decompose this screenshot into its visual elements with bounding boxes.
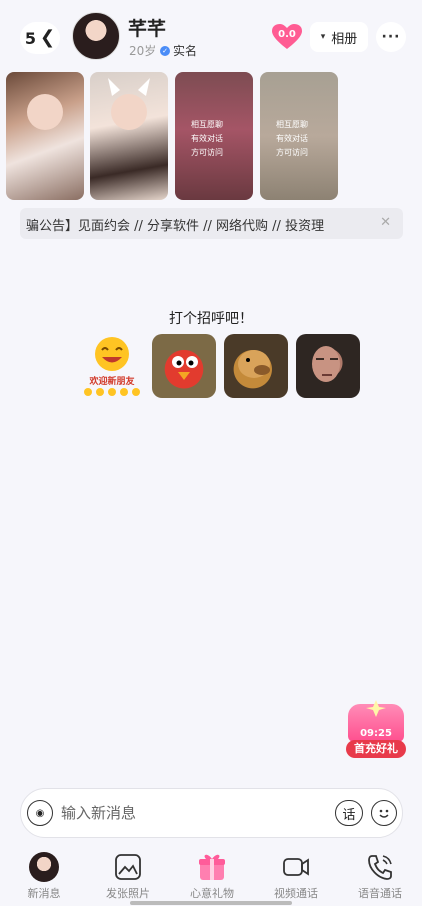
more-options-button[interactable]: ··· <box>376 22 406 52</box>
contact-age: 20岁 <box>129 44 157 58</box>
promo-countdown: 09:25 <box>360 728 392 739</box>
locked-photo[interactable]: 相互愿聊 有效对话 方可访问 <box>175 72 253 200</box>
notice-text: 骗公告】见面约会 // 分享软件 // 网络代购 // 投资理 <box>26 219 325 234</box>
back-button[interactable]: 5 ❮ <box>20 22 60 54</box>
message-composer: ◉ 话 <box>20 788 403 838</box>
album-button[interactable]: ▾ 相册 <box>310 22 368 52</box>
nav-video-call[interactable]: 视频通话 <box>254 848 338 900</box>
verified-check-icon: ✓ <box>160 45 170 56</box>
anti-fraud-notice: 骗公告】见面约会 // 分享软件 // 网络代购 // 投资理 ✕ <box>20 208 403 239</box>
avatar-icon <box>29 852 59 882</box>
quick-phrase-button[interactable]: 话 <box>335 800 363 826</box>
voice-input-button[interactable]: ◉ <box>27 800 53 826</box>
dog-sticker[interactable] <box>224 334 288 398</box>
laughing-emoji-icon <box>95 337 129 371</box>
promo-label: 首充好礼 <box>346 740 406 758</box>
close-icon[interactable]: ✕ <box>374 215 391 230</box>
profile-photos: 相互愿聊 有效对话 方可访问 相互愿聊 有效对话 方可访问 <box>6 72 422 202</box>
nav-send-photo[interactable]: 发张照片 <box>86 848 170 900</box>
locked-photo[interactable]: 相互愿聊 有效对话 方可访问 <box>260 72 338 200</box>
gift-icon <box>199 854 225 880</box>
quick-phrase-icon: 话 <box>342 807 356 823</box>
angry-bird-icon <box>172 356 198 380</box>
nav-label: 视频通话 <box>274 887 318 900</box>
welcome-sticker[interactable]: 欢迎新朋友 <box>80 334 144 398</box>
chevron-left-icon: ❮ <box>40 27 56 48</box>
locked-photo-text: 相互愿聊 有效对话 方可访问 <box>276 120 308 157</box>
verified-label: 实名 <box>173 44 198 58</box>
bunny-ears-icon <box>108 78 150 96</box>
profile-photo[interactable] <box>90 72 168 200</box>
contact-name: 芊芊 <box>128 18 167 40</box>
hands-icon <box>84 388 140 396</box>
phone-icon <box>368 855 392 880</box>
verified-badge: ✓ 实名 <box>160 42 197 59</box>
nav-voice-call[interactable]: 语音通话 <box>338 848 422 900</box>
greeting-stickers: 欢迎新朋友 <box>80 334 360 400</box>
sparkle-icon <box>366 700 386 717</box>
nav-label: 语音通话 <box>358 887 402 900</box>
album-label: 相册 <box>331 31 358 47</box>
dog-icon <box>238 350 270 378</box>
man-face-icon <box>312 346 340 382</box>
message-input[interactable] <box>61 797 321 829</box>
chat-header: 5 ❮ 芊芊 20岁 ✓ 实名 0.0 ▾ 相册 ··· <box>0 0 422 72</box>
photo-person <box>111 94 147 130</box>
nav-new-messages[interactable]: 新消息 <box>2 848 86 900</box>
voice-wave-icon: ◉ <box>35 807 45 819</box>
nav-label: 发张照片 <box>106 887 150 900</box>
greeting-title: 打个招呼吧！ <box>169 311 253 327</box>
home-indicator <box>130 901 292 905</box>
chevron-down-icon: ▾ <box>320 32 326 42</box>
more-icon: ··· <box>381 29 401 45</box>
profile-photo[interactable] <box>6 72 84 200</box>
avatar[interactable] <box>72 12 120 60</box>
angry-bird-sticker[interactable] <box>152 334 216 398</box>
photo-icon <box>115 854 141 880</box>
locked-photo-text: 相互愿聊 有效对话 方可访问 <box>191 120 223 157</box>
photo-person <box>27 94 63 130</box>
nav-label: 心意礼物 <box>190 887 234 900</box>
intimacy-value: 0.0 <box>278 29 296 40</box>
old-man-sticker[interactable] <box>296 334 360 398</box>
nav-label: 新消息 <box>27 887 61 900</box>
intimacy-heart[interactable]: 0.0 <box>272 24 302 50</box>
video-camera-icon <box>283 858 309 876</box>
first-recharge-promo[interactable]: 09:25 首充好礼 <box>344 698 408 762</box>
unread-count: 5 <box>24 28 37 48</box>
nav-gift[interactable]: 心意礼物 <box>170 848 254 900</box>
bottom-action-bar: 新消息 发张照片 心意礼物 视频通话 语音通话 <box>0 848 422 906</box>
smile-icon <box>379 809 389 818</box>
emoji-button[interactable] <box>371 800 397 826</box>
